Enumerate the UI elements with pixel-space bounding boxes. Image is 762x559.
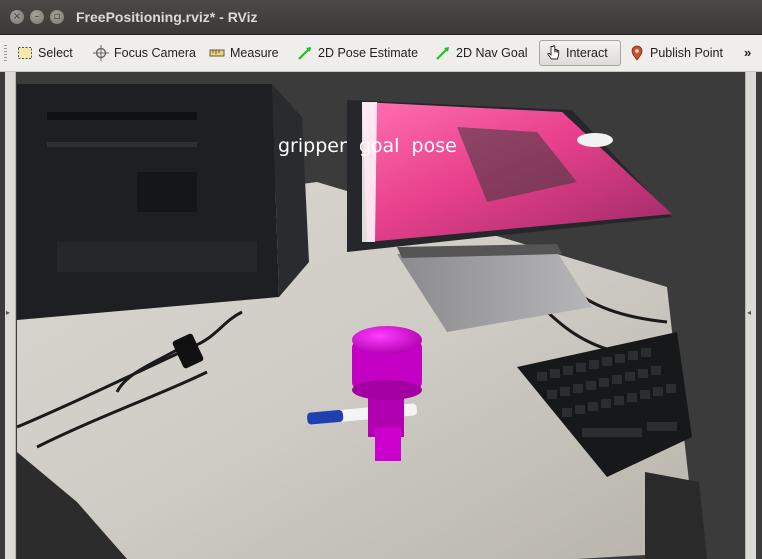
left-panel-splitter[interactable]: ▸ [5, 72, 16, 559]
minimize-icon: – [34, 11, 40, 22]
tools-toolbar: Select Focus Camera Measure 2D Pose Esti… [0, 35, 762, 72]
hand-cursor-icon [545, 45, 561, 61]
maximize-icon: ▫ [53, 11, 61, 22]
window-maximize-button[interactable]: ▫ [50, 10, 64, 24]
expand-left-arrow-icon: ▸ [6, 308, 11, 317]
focus-camera-tool-button[interactable]: Focus Camera [88, 40, 201, 66]
measure-tool-label: Measure [230, 46, 279, 60]
select-tool-label: Select [38, 46, 73, 60]
green-arrow-icon [435, 45, 451, 61]
right-panel-splitter[interactable]: ◂ [745, 72, 756, 559]
expand-right-arrow-icon: ◂ [747, 308, 752, 317]
3d-render-viewport[interactable]: ▸ gripper goal pose ◂ [0, 72, 762, 559]
ruler-icon [209, 45, 225, 61]
white-point-blob [577, 133, 613, 147]
2d-nav-goal-tool-label: 2D Nav Goal [456, 46, 528, 60]
interact-tool-button[interactable]: Interact [539, 40, 621, 66]
close-icon: × [12, 11, 22, 22]
green-arrow-icon [297, 45, 313, 61]
crosshair-icon [93, 45, 109, 61]
2d-pose-estimate-tool-button[interactable]: 2D Pose Estimate [292, 40, 423, 66]
select-tool-button[interactable]: Select [12, 40, 78, 66]
measure-tool-button[interactable]: Measure [204, 40, 284, 66]
focus-camera-tool-label: Focus Camera [114, 46, 196, 60]
map-pin-icon [629, 45, 645, 61]
gripper-goal-pose-label: gripper goal pose [278, 135, 457, 157]
window-title: FreePositioning.rviz* - RViz [76, 9, 258, 25]
publish-point-tool-label: Publish Point [650, 46, 723, 60]
toolbar-overflow-button[interactable]: » [744, 45, 751, 60]
publish-point-tool-button[interactable]: Publish Point [624, 40, 728, 66]
toolbar-grip-handle[interactable] [4, 45, 7, 61]
computer-tower [17, 84, 309, 320]
interact-tool-label: Interact [566, 46, 608, 60]
window-close-button[interactable]: × [10, 10, 24, 24]
2d-nav-goal-tool-button[interactable]: 2D Nav Goal [430, 40, 533, 66]
select-box-icon [17, 45, 33, 61]
2d-pose-estimate-tool-label: 2D Pose Estimate [318, 46, 419, 60]
window-titlebar: × – ▫ FreePositioning.rviz* - RViz [0, 0, 762, 35]
window-minimize-button[interactable]: – [30, 10, 44, 24]
